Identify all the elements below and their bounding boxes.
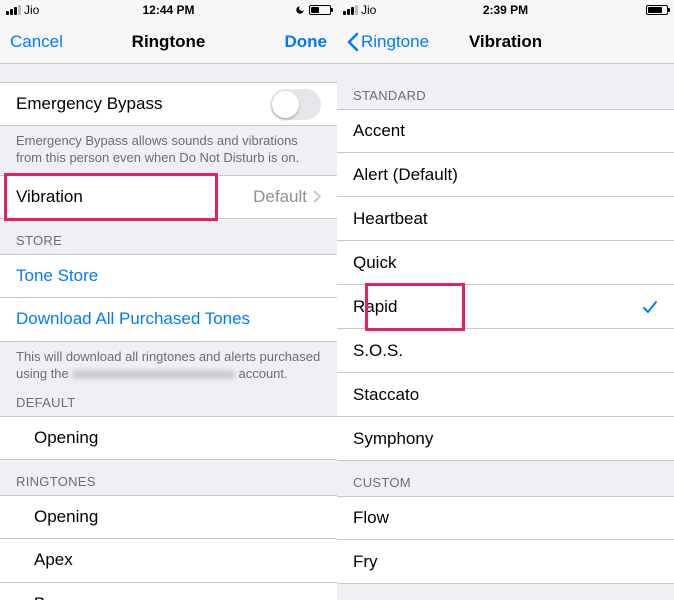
default-tone-row[interactable]: Opening — [0, 416, 337, 460]
ringtone-row[interactable]: Apex — [0, 539, 337, 583]
download-all-label: Download All Purchased Tones — [16, 309, 250, 329]
vibration-option-row[interactable]: Symphony — [337, 417, 674, 461]
vibration-option-row[interactable]: Staccato — [337, 373, 674, 417]
status-bar: Jio 2:39 PM — [337, 0, 674, 20]
custom-header: CUSTOM — [337, 461, 674, 496]
battery-icon — [646, 5, 668, 15]
done-button[interactable]: Done — [285, 32, 328, 52]
ringtones-header: RINGTONES — [0, 460, 337, 495]
status-time: 12:44 PM — [142, 3, 194, 17]
vibration-label: Vibration — [16, 187, 253, 207]
tone-store-row[interactable]: Tone Store — [0, 254, 337, 298]
carrier-label: Jio — [361, 3, 376, 17]
redacted-account: xxxxxxxxxxxxxxxxxxxxxxxxx — [72, 366, 235, 383]
emergency-bypass-row: Emergency Bypass — [0, 82, 337, 126]
vibration-option-row[interactable]: S.O.S. — [337, 329, 674, 373]
ringtone-row[interactable]: Opening — [0, 495, 337, 539]
default-header: DEFAULT — [0, 391, 337, 416]
chevron-left-icon — [347, 32, 359, 52]
nav-bar: Cancel Ringtone Done — [0, 20, 337, 64]
store-footer: This will download all ringtones and ale… — [0, 342, 337, 391]
nav-title: Vibration — [469, 32, 542, 52]
custom-vibration-row[interactable]: Flow — [337, 496, 674, 540]
custom-vibration-row[interactable]: Fry — [337, 540, 674, 584]
do-not-disturb-icon — [295, 5, 305, 15]
signal-icon — [343, 5, 358, 15]
vibration-option-row[interactable]: Accent — [337, 109, 674, 153]
store-header: STORE — [0, 219, 337, 254]
nav-bar: Ringtone Vibration — [337, 20, 674, 64]
battery-icon — [309, 5, 331, 15]
standard-header: STANDARD — [337, 64, 674, 109]
chevron-right-icon — [313, 190, 321, 203]
emergency-bypass-toggle[interactable] — [270, 89, 321, 120]
tone-store-label: Tone Store — [16, 266, 98, 286]
nav-title: Ringtone — [132, 32, 206, 52]
vibration-option-row[interactable]: Quick — [337, 241, 674, 285]
download-all-row[interactable]: Download All Purchased Tones — [0, 298, 337, 342]
vibration-value: Default — [253, 187, 307, 207]
vibration-option-row-selected[interactable]: Rapid — [337, 285, 674, 329]
ringtone-screen: Jio 12:44 PM Cancel Ringtone Done Emerge… — [0, 0, 337, 600]
signal-icon — [6, 5, 21, 15]
back-button[interactable]: Ringtone — [347, 32, 429, 52]
vibration-screen: Jio 2:39 PM Ringtone Vibration STANDARD … — [337, 0, 674, 600]
status-time: 2:39 PM — [483, 3, 528, 17]
checkmark-icon — [642, 299, 658, 315]
cancel-button[interactable]: Cancel — [10, 32, 63, 52]
status-bar: Jio 12:44 PM — [0, 0, 337, 20]
vibration-option-row[interactable]: Heartbeat — [337, 197, 674, 241]
emergency-bypass-label: Emergency Bypass — [16, 94, 270, 114]
vibration-row[interactable]: Vibration Default — [0, 175, 337, 219]
vibration-option-row[interactable]: Alert (Default) — [337, 153, 674, 197]
carrier-label: Jio — [24, 3, 39, 17]
ringtone-row[interactable]: Beacon — [0, 583, 337, 600]
emergency-bypass-footer: Emergency Bypass allows sounds and vibra… — [0, 126, 337, 175]
